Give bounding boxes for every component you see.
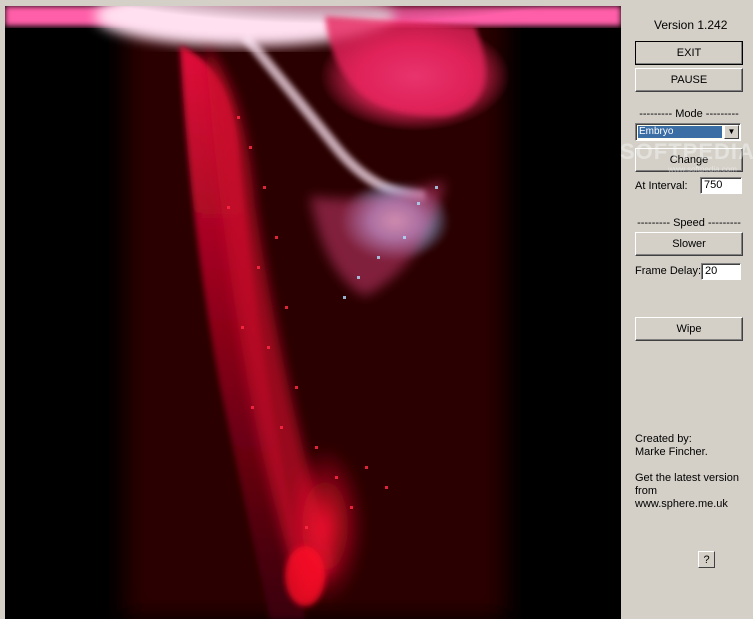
latest-version-from: from	[635, 485, 657, 497]
slower-button[interactable]: Slower	[635, 232, 743, 256]
interval-input[interactable]: 750	[700, 177, 742, 194]
created-by-label: Created by:	[635, 433, 692, 445]
mode-section-title: --------- Mode ---------	[639, 108, 739, 120]
chevron-down-icon[interactable]: ▼	[724, 125, 739, 139]
mode-select[interactable]: Embryo ▼	[635, 123, 741, 141]
softpedia-watermark-url: www.softpedia.com	[668, 165, 737, 174]
control-panel: Version 1.242 EXIT PAUSE --------- Mode …	[625, 0, 753, 619]
fractal-visualization	[5, 6, 621, 619]
mode-select-value: Embryo	[637, 125, 723, 139]
speed-section-title: --------- Speed ---------	[637, 217, 741, 229]
version-label: Version 1.242	[654, 18, 728, 32]
sphere-app-window: Version 1.242 EXIT PAUSE --------- Mode …	[0, 0, 753, 619]
interval-label: At Interval:	[635, 180, 688, 192]
latest-version-text: Get the latest version	[635, 472, 739, 484]
pause-button[interactable]: PAUSE	[635, 68, 743, 92]
author-name: Marke Fincher.	[635, 446, 708, 458]
exit-button[interactable]: EXIT	[635, 41, 743, 65]
frame-delay-input[interactable]: 20	[701, 263, 741, 280]
website-link[interactable]: www.sphere.me.uk	[635, 498, 728, 510]
animation-canvas	[5, 6, 621, 619]
frame-delay-label: Frame Delay:	[635, 265, 702, 277]
wipe-button[interactable]: Wipe	[635, 317, 743, 341]
help-button[interactable]: ?	[698, 551, 715, 568]
